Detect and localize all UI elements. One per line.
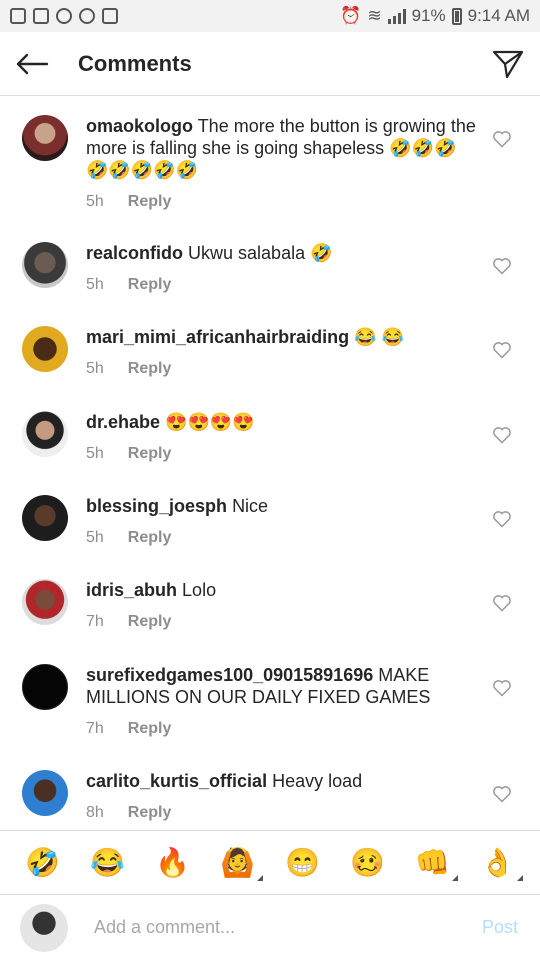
skin-tone-indicator [516,874,523,881]
heart-icon[interactable] [492,425,512,445]
avatar[interactable] [22,115,68,161]
alarm-icon: ⏰ [340,6,362,25]
direct-share-button[interactable] [490,46,526,82]
reply-button[interactable]: Reply [128,276,172,294]
comment-time: 5h [86,360,104,377]
skin-tone-indicator [256,874,263,881]
avatar[interactable] [22,770,68,816]
status-bar: ⏰ ≋ 91% 9:14 AM [0,0,540,32]
comment-time: 7h [86,613,104,630]
comment-username[interactable]: blessing_joesph [86,496,227,516]
reply-button[interactable]: Reply [128,804,172,822]
back-button[interactable] [0,32,64,96]
comment-time: 5h [86,529,104,546]
emoji-glyph: 🙆 [220,846,255,878]
signal-icon [387,8,406,24]
comment-time: 8h [86,804,104,821]
comment-message: Lolo [182,580,217,600]
comment-username[interactable]: surefixedgames100_09015891696 [86,665,373,685]
avatar[interactable] [22,579,68,625]
comment-text: realconfido Ukwu salabala 🤣 [86,242,476,264]
comment-text: idris_abuh Lolo [86,579,476,601]
gallery-icon [102,8,118,24]
page-title: Comments [78,50,192,76]
reply-button[interactable]: Reply [128,445,172,463]
comment-text: omaokologo The more the button is growin… [86,115,476,181]
paper-plane-icon [492,50,524,79]
emoji-button[interactable]: 🥴 [350,848,385,877]
comment-username[interactable]: omaokologo [86,116,193,136]
reply-button[interactable]: Reply [128,720,172,738]
comment-input[interactable] [94,917,454,938]
heart-icon[interactable] [492,678,512,698]
comment-message: Ukwu salabala 🤣 [188,243,333,263]
comment-username[interactable]: dr.ehabe [86,412,160,432]
avatar[interactable] [22,242,68,288]
battery-percent: 91% [411,6,446,25]
reply-button[interactable]: Reply [128,529,172,547]
emoji-button[interactable]: 😁 [285,848,320,877]
emoji-glyph: 👌 [480,846,515,878]
clock: 9:14 AM [467,6,530,25]
heart-icon[interactable] [492,509,512,529]
comment-text: surefixedgames100_09015891696 MAKE MILLI… [86,664,476,708]
facebook-icon [10,8,26,24]
header: Comments [0,32,540,96]
comment-message: 😂 😂 [354,327,404,347]
comment-text: blessing_joesph Nice [86,495,476,517]
comment-text: mari_mimi_africanhairbraiding 😂 😂 [86,326,476,348]
back-arrow-icon [16,53,49,74]
notification-icons [10,8,118,24]
heart-icon[interactable] [492,256,512,276]
avatar[interactable] [22,326,68,372]
emoji-button[interactable]: 🙆 [220,846,263,881]
comment-text: carlito_kurtis_official Heavy load [86,770,476,792]
heart-icon[interactable] [492,784,512,804]
skin-tone-indicator [451,874,458,881]
comment-time: 5h [86,276,104,293]
whatsapp-icon [79,8,95,24]
wifi-icon: ≋ [367,6,382,25]
comment-username[interactable]: idris_abuh [86,580,177,600]
avatar [20,903,68,952]
emoji-glyph: 👊 [415,846,450,878]
comment-text: dr.ehabe 😍😍😍😍 [86,411,476,433]
reply-button[interactable]: Reply [128,193,172,211]
comment-username[interactable]: mari_mimi_africanhairbraiding [86,327,349,347]
comment-username[interactable]: realconfido [86,243,183,263]
comment-time: 5h [86,445,104,462]
comment-username[interactable]: carlito_kurtis_official [86,771,267,791]
battery-icon [451,7,462,25]
emoji-button[interactable]: 🔥 [155,848,190,877]
avatar[interactable] [22,411,68,457]
emoji-button[interactable]: 👌 [480,846,523,881]
comment-message: Heavy load [272,771,363,791]
avatar[interactable] [22,664,68,710]
emoji-button[interactable]: 👊 [415,846,458,881]
post-button[interactable]: Post [482,917,518,938]
system-status: ⏰ ≋ 91% 9:14 AM [340,6,530,26]
emoji-button[interactable]: 🤣 [25,848,60,877]
comment-time: 5h [86,193,104,210]
reply-button[interactable]: Reply [128,360,172,378]
heart-icon[interactable] [492,340,512,360]
comments-list[interactable]: omaokologo The more the button is growin… [0,97,540,830]
emoji-quick-bar: 🤣 😂 🔥 🙆 😁 🥴 👊 👌 [0,830,540,894]
avatar[interactable] [22,495,68,541]
whatsapp-icon [56,8,72,24]
emoji-button[interactable]: 😂 [90,848,125,877]
heart-icon[interactable] [492,593,512,613]
screenshot-icon [33,8,49,24]
heart-icon[interactable] [492,129,512,149]
comment-message: 😍😍😍😍 [165,412,255,432]
reply-button[interactable]: Reply [128,613,172,631]
comment-composer: Post [0,894,540,960]
comment-time: 7h [86,720,104,737]
comment-message: Nice [232,496,269,516]
